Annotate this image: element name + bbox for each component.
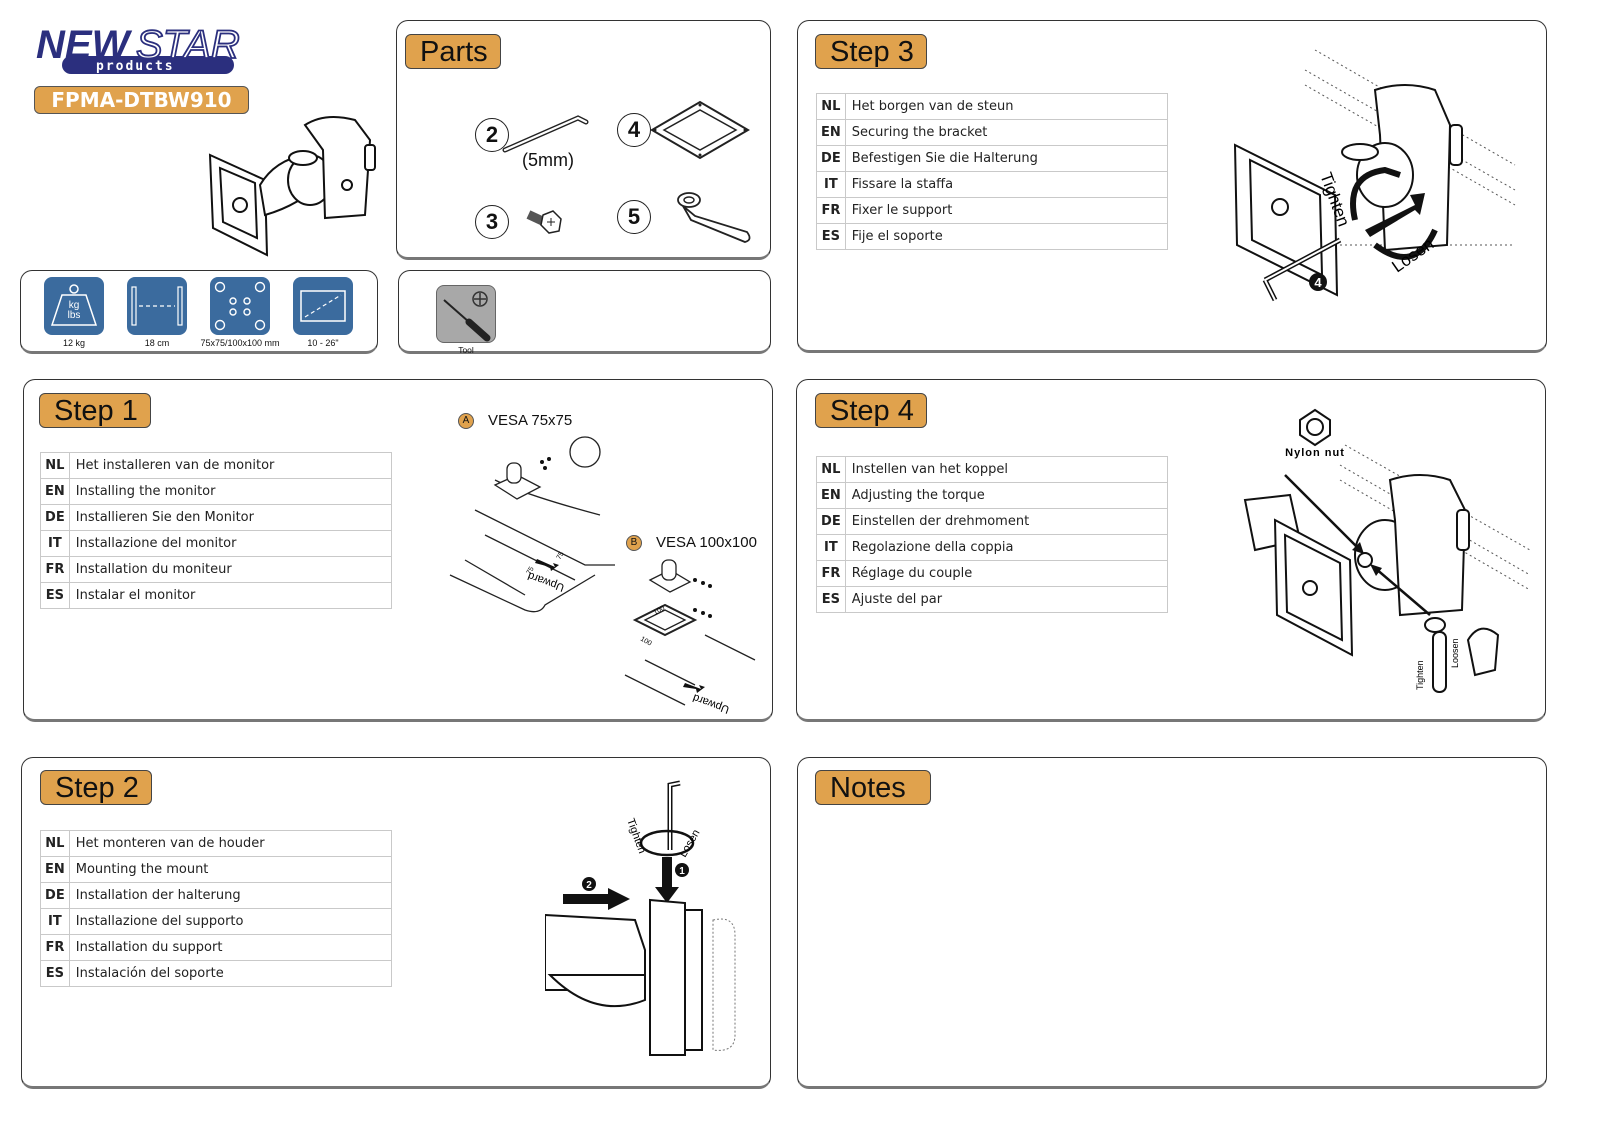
part-number-5: 5 [617, 200, 651, 234]
table-row: IT Fissare la staffa [816, 171, 1168, 198]
table-row: FR Fixer le support [816, 197, 1168, 224]
step-2-language-table: NL Het monteren van de houder EN Mounting … [40, 830, 392, 987]
step-3-diagram: 4 Tighten Losen [1233, 49, 1516, 302]
table-row: NL Het monteren van de houder [40, 830, 392, 857]
step-4-title: Step 4 [815, 393, 927, 428]
screw-icon [526, 210, 562, 234]
option-a-marker: A [458, 413, 474, 429]
screen-size-icon [293, 277, 353, 335]
table-row: EN Installing the monitor [40, 478, 392, 505]
svg-text:Loosen: Loosen [1450, 638, 1460, 668]
notes-panel [797, 757, 1547, 1089]
vesa-plate-icon [650, 100, 750, 160]
distance-icon [127, 277, 187, 335]
table-row: NL Het borgen van de steun [816, 93, 1168, 120]
step-2-diagram: 1 2 Tighten Losen [545, 780, 736, 1056]
spec-screen-size-label: 10 - 26" [307, 338, 339, 348]
table-row: FR Installation du support [40, 934, 392, 961]
table-row: DE Einstellen der drehmoment [816, 508, 1168, 535]
svg-text:100: 100 [639, 636, 653, 648]
step-3-language-table: NL Het borgen van de steun EN Securing the… [816, 93, 1168, 250]
part-number-3: 3 [475, 205, 509, 239]
table-row: DE Installieren Sie den Monitor [40, 504, 392, 531]
table-row: ES Instalar el monitor [40, 582, 392, 609]
table-row: IT Installazione del monitor [40, 530, 392, 557]
vesa-option-a: A VESA 75x75 [458, 412, 572, 429]
step-2-title: Step 2 [40, 770, 152, 805]
step-4-language-table: NL Instellen van het koppel EN Adjusting t… [816, 456, 1168, 613]
table-row: FR Réglage du couple [816, 560, 1168, 587]
vesa-holes-icon [210, 277, 270, 335]
part-number-4: 4 [617, 113, 651, 147]
svg-text:1: 1 [679, 866, 685, 877]
svg-text:2: 2 [586, 880, 592, 891]
table-row: DE Befestigen Sie die Halterung [816, 145, 1168, 172]
step-4-diagram: Nylon nut Tighten Loosen [1243, 408, 1531, 693]
step-1-language-table: NL Het installeren van de monitor EN Insta… [40, 452, 392, 609]
allen-key-icon [667, 780, 681, 850]
logo-sub: products [96, 59, 175, 74]
table-row: EN Adjusting the torque [816, 482, 1168, 509]
product-mount-illustration [208, 115, 376, 257]
wall-rail-profile-icon [712, 918, 736, 1051]
table-row: IT Regolazione della coppia [816, 534, 1168, 561]
table-row: FR Installation du moniteur [40, 556, 392, 583]
weight-icon: kg lbs [44, 277, 104, 335]
table-row: EN Securing the bracket [816, 119, 1168, 146]
allen-key-size: (5mm) [522, 150, 574, 170]
parts-title: Parts [405, 34, 501, 69]
phillips-screwdriver-icon [436, 285, 496, 343]
step-1-diagram: 75 75 100 100 Upward Upward [449, 436, 756, 715]
allen-key-icon [502, 115, 589, 153]
notes-title: Notes [815, 770, 931, 805]
tool-label: Tool [458, 345, 474, 355]
table-row: EN Mounting the mount [40, 856, 392, 883]
svg-text:4: 4 [1314, 275, 1322, 290]
table-row: DE Installation der halterung [40, 882, 392, 909]
brand-logo: NEW STAR products [34, 22, 249, 77]
svg-text:lbs: lbs [68, 310, 81, 321]
svg-text:Tighten: Tighten [1415, 660, 1425, 690]
nylon-nut-label: Nylon nut [1285, 447, 1345, 459]
table-row: IT Installazione del supporto [40, 908, 392, 935]
step-3-title: Step 3 [815, 34, 927, 69]
svg-text:75: 75 [556, 551, 566, 561]
table-row: NL Het installeren van de monitor [40, 452, 392, 479]
table-row: ES Fije el soporte [816, 223, 1168, 250]
step-1-title: Step 1 [39, 393, 151, 428]
table-row: ES Ajuste del par [816, 586, 1168, 613]
svg-text:Upward: Upward [691, 691, 731, 715]
newstar-logo-icon: NEW STAR products [36, 22, 241, 74]
wrench-icon [677, 192, 751, 243]
table-row: ES Instalación del soporte [40, 960, 392, 987]
table-row: NL Instellen van het koppel [816, 456, 1168, 483]
